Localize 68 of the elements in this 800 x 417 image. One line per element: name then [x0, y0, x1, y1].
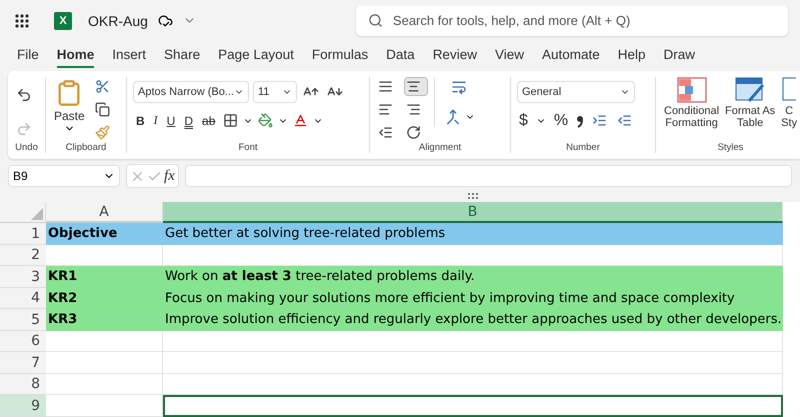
ribbon-tab[interactable]: Insert: [112, 42, 146, 68]
group-label: Alignment: [418, 142, 462, 154]
currency-button[interactable]: $: [517, 112, 530, 130]
cell-styles-icon: [782, 77, 796, 104]
table-cell: Get better at solving tree-related problems: [163, 223, 783, 245]
ribbon-tab[interactable]: View: [494, 42, 524, 68]
row-header[interactable]: 7: [0, 352, 46, 374]
number-format-dropdown[interactable]: General: [517, 81, 635, 104]
ribbon-tab[interactable]: Page Layout: [218, 42, 294, 68]
font-size-dropdown[interactable]: 11: [253, 81, 297, 104]
spreadsheet-logo: X: [54, 12, 72, 30]
row-header[interactable]: 2: [0, 244, 46, 266]
drag-handle-icon[interactable]: [467, 192, 479, 200]
group-label: Clipboard: [64, 142, 108, 154]
ribbon-tab[interactable]: Data: [386, 42, 415, 68]
column-header[interactable]: A: [46, 202, 163, 224]
group-label: Undo: [14, 142, 39, 154]
row-header[interactable]: 1: [0, 223, 46, 245]
cloud-check-icon: [158, 13, 173, 28]
search-field[interactable]: Search for tools, help, and more (Alt + Q): [356, 6, 788, 36]
styles-button[interactable]: Format As Table: [723, 105, 778, 130]
table-cell: KR2: [46, 288, 163, 310]
group-label: Styles: [716, 142, 744, 154]
conditional-formatting-icon: [676, 77, 707, 104]
row-header[interactable]: 8: [0, 374, 46, 396]
comma-style-icon[interactable]: [576, 114, 584, 128]
insert-function-button[interactable]: fx: [164, 168, 175, 185]
table-cell: Improve solution efficiency and regularly explore better approaches used by other developers.: [163, 309, 783, 331]
table-cell: Focus on making your solutions more efficient by improving time and space complexity: [163, 288, 783, 310]
row-header[interactable]: 4: [0, 288, 46, 310]
ribbon-tab[interactable]: Review: [432, 42, 477, 68]
table-cell: KR1: [46, 266, 163, 288]
font-name-dropdown[interactable]: Aptos Narrow (Bo...: [133, 81, 249, 104]
row-header[interactable]: 5: [0, 309, 46, 331]
table-cell: KR3: [46, 309, 163, 331]
align-middle-icon[interactable]: [404, 77, 428, 96]
font-style-button[interactable]: ab: [199, 114, 218, 128]
font-style-button[interactable]: I: [150, 113, 161, 128]
styles-button[interactable]: C Sty: [779, 105, 800, 130]
ribbon-tab[interactable]: Share: [164, 42, 200, 68]
copy-icon[interactable]: [92, 100, 112, 120]
paste-button[interactable]: Paste: [52, 109, 87, 124]
group-label: Number: [565, 142, 601, 154]
group-label: Font: [237, 142, 258, 154]
table-cell: Work on at least 3 tree-related problems daily.: [163, 266, 783, 288]
table-paintbrush-icon: [735, 77, 766, 104]
file-name: OKR-Aug: [88, 12, 148, 29]
ribbon-tab[interactable]: Draw: [664, 42, 696, 68]
font-style-button[interactable]: U: [164, 114, 178, 128]
ribbon-tab[interactable]: Help: [618, 42, 646, 68]
ribbon-tab[interactable]: Home: [56, 42, 94, 68]
font-style-button[interactable]: B: [133, 114, 148, 128]
font-style-button[interactable]: D: [181, 114, 196, 128]
search-icon: [368, 13, 383, 28]
fill-color-icon[interactable]: [256, 111, 276, 130]
table-cell: Objective: [46, 223, 163, 245]
row-header[interactable]: 6: [0, 330, 46, 352]
styles-button[interactable]: Conditional Formatting: [662, 105, 722, 130]
row-header[interactable]: 9: [0, 395, 46, 417]
row-header[interactable]: 3: [0, 266, 46, 288]
ribbon-tab[interactable]: File: [17, 42, 39, 68]
app-launcher-icon[interactable]: [14, 12, 30, 29]
ribbon-tab[interactable]: Automate: [542, 42, 600, 68]
percent-button[interactable]: %: [552, 112, 570, 130]
column-header[interactable]: B: [163, 202, 783, 224]
name-box[interactable]: B9: [8, 165, 120, 188]
formula-input[interactable]: [184, 165, 792, 188]
ribbon-tab[interactable]: Formulas: [312, 42, 368, 68]
